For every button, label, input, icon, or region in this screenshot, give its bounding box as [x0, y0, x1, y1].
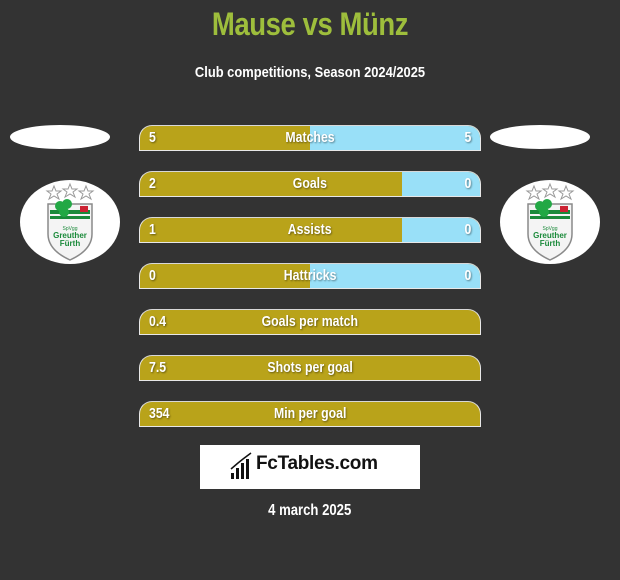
stat-label: Min per goal	[273, 405, 347, 422]
stat-row-goals-per-match: Goals per match 0.4	[139, 309, 481, 335]
right-value: 5	[464, 129, 471, 146]
page-title: Mause vs Münz	[211, 6, 409, 42]
svg-text:Fürth: Fürth	[60, 239, 81, 248]
left-value: 1	[149, 221, 156, 238]
stat-label: Goals	[292, 175, 328, 192]
left-value: 354	[149, 405, 170, 422]
stat-row-matches: Matches 5 5	[139, 125, 481, 151]
stat-row-hattricks: Hattricks 0 0	[139, 263, 481, 289]
right-club-badge[interactable]: SpVgg Greuther Fürth	[500, 180, 600, 264]
competition-subtitle: Club competitions, Season 2024/2025	[194, 64, 426, 81]
stat-row-assists: Assists 1 0	[139, 217, 481, 243]
brand-name: FcTables.com	[256, 453, 378, 474]
fctables-logo[interactable]: FcTables.com	[200, 445, 420, 489]
left-value: 0	[149, 267, 156, 284]
right-value: 0	[464, 267, 471, 284]
stat-label: Assists	[288, 221, 332, 238]
stat-row-goals: Goals 2 0	[139, 171, 481, 197]
stat-label: Hattricks	[283, 267, 337, 284]
stat-label: Goals per match	[261, 313, 359, 330]
left-value: 7.5	[149, 359, 167, 376]
svg-text:Fürth: Fürth	[540, 239, 561, 248]
left-value: 0.4	[149, 313, 167, 330]
bar-chart-icon	[230, 452, 252, 479]
right-value: 0	[464, 221, 471, 238]
left-value: 2	[149, 175, 156, 192]
right-value: 0	[464, 175, 471, 192]
left-value: 5	[149, 129, 156, 146]
club-crest-icon: SpVgg Greuther Fürth	[45, 182, 95, 261]
stat-label: Shots per goal	[267, 359, 353, 376]
club-crest-icon: SpVgg Greuther Fürth	[525, 182, 575, 261]
left-club-badge[interactable]: SpVgg Greuther Fürth	[20, 180, 120, 264]
stat-row-min-per-goal: Min per goal 354	[139, 401, 481, 427]
right-player-name-placeholder	[490, 125, 590, 149]
stat-row-shots-per-goal: Shots per goal 7.5	[139, 355, 481, 381]
left-player-name-placeholder	[10, 125, 110, 149]
match-date: 4 march 2025	[268, 502, 352, 519]
stat-label: Matches	[285, 129, 335, 146]
